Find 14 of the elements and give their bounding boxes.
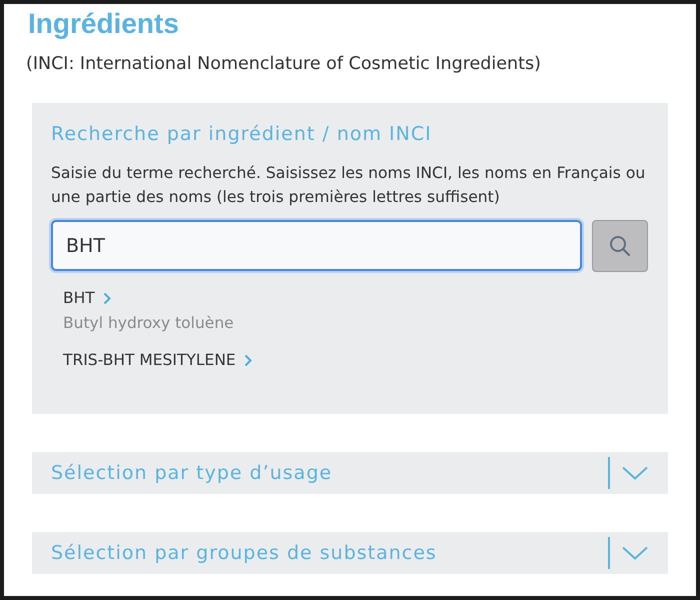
result-link[interactable]: TRIS-BHT MESITYLENE (63, 348, 252, 372)
chevron-icon (622, 546, 648, 560)
subtitle: (INCI: International Nomenclature of Cosmetic Ingredients) (26, 53, 542, 76)
result-alias: Butyl hydroxy toluène (63, 313, 234, 334)
result-link[interactable]: BHT (63, 286, 111, 310)
chevron-right-icon (244, 354, 252, 366)
page-title: Ingrédients (28, 7, 180, 41)
search-icon (608, 234, 632, 258)
chevron-right-icon (102, 292, 111, 304)
search-field[interactable]: BHT (51, 220, 582, 271)
instructions: Saisie du terme recherché. Saisissez les noms INCI, les noms en Français ou une partie des noms (les trois premières lettres suffisent) (51, 163, 646, 208)
panel-title: Recherche par ingrédient / nom INCI (51, 122, 432, 147)
chevron-icon (622, 466, 648, 480)
search-button[interactable] (592, 220, 648, 272)
